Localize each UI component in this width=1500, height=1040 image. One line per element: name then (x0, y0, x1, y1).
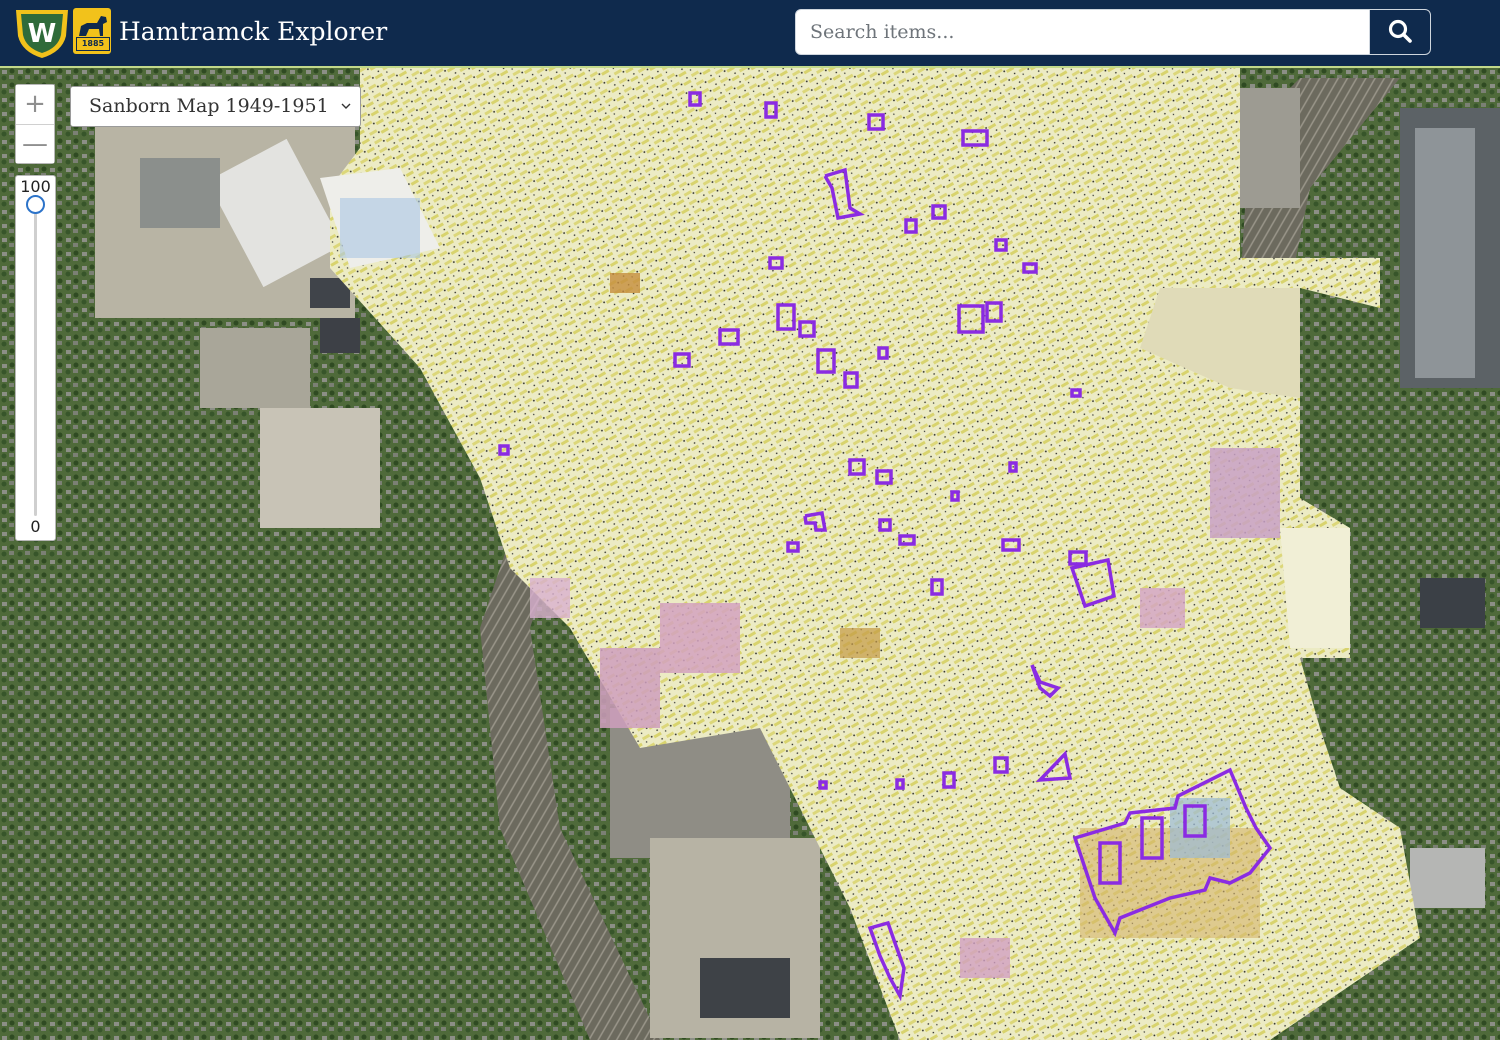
map-layer-selected: Sanborn Map 1949-1951 (89, 95, 329, 117)
wayne-state-shield-logo[interactable]: W (14, 6, 70, 60)
magnifier-icon (1388, 19, 1412, 43)
search-input[interactable] (795, 9, 1370, 55)
opacity-slider-panel: 100 0 (15, 175, 56, 541)
map-view[interactable]: + — Sanborn Map 1949-1951 100 0 (0, 68, 1500, 1040)
badge-year: 1885 (76, 37, 110, 51)
search-button[interactable] (1369, 9, 1431, 55)
opacity-slider-track[interactable] (34, 206, 37, 516)
map-layer-select[interactable]: Sanborn Map 1949-1951 (70, 86, 361, 127)
opacity-slider-thumb[interactable] (26, 195, 45, 214)
app-header: W 1885 Hamtramck Explorer (0, 0, 1500, 68)
map-canvas[interactable] (0, 68, 1500, 1040)
opacity-max-label: 100 (20, 177, 51, 196)
hamtramck-badge-logo[interactable]: 1885 (73, 8, 111, 54)
zoom-out-button[interactable]: — (16, 124, 54, 163)
chevron-down-icon (340, 87, 352, 142)
app-title[interactable]: Hamtramck Explorer (119, 14, 387, 50)
logo-letter: W (28, 19, 57, 49)
zoom-in-button[interactable]: + (16, 85, 54, 124)
zoom-control: + — (15, 84, 55, 164)
opacity-min-label: 0 (30, 517, 41, 536)
